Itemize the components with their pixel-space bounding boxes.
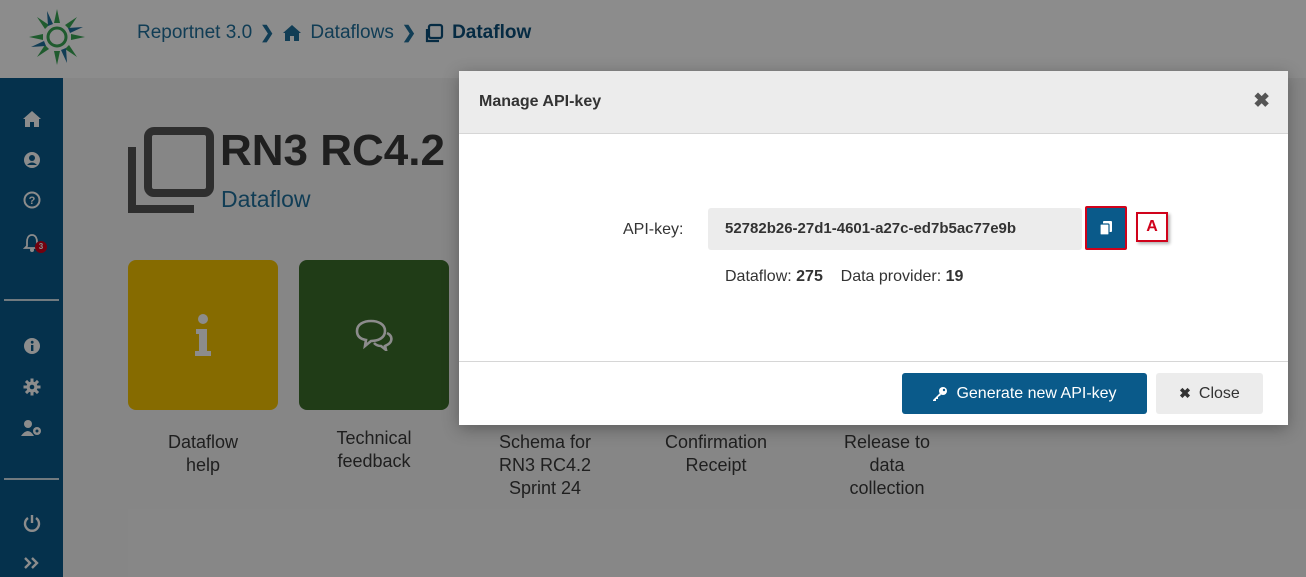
api-key-field[interactable]: 52782b26-27d1-4601-a27c-ed7b5ac77e9b bbox=[708, 208, 1082, 250]
manage-api-key-dialog: Manage API-key ✖ API-key: 52782b26-27d1-… bbox=[459, 71, 1288, 425]
dialog-title: Manage API-key bbox=[479, 93, 602, 110]
dataflow-label: Dataflow: bbox=[725, 268, 792, 285]
generate-api-key-label: Generate new API-key bbox=[956, 384, 1117, 402]
dataflow-id: 275 bbox=[796, 268, 823, 285]
close-label: Close bbox=[1198, 384, 1240, 402]
data-provider-id: 19 bbox=[945, 268, 964, 285]
api-key-meta: Dataflow: 275 Data provider: 19 bbox=[725, 268, 963, 286]
dialog-header: Manage API-key ✖ bbox=[459, 71, 1288, 134]
copy-icon bbox=[1099, 221, 1112, 236]
key-icon bbox=[933, 386, 948, 401]
api-key-value: 52782b26-27d1-4601-a27c-ed7b5ac77e9b bbox=[725, 220, 1017, 237]
api-key-label: API-key: bbox=[623, 221, 684, 238]
close-icon[interactable]: ✖ bbox=[1253, 91, 1270, 111]
close-icon: ✖ bbox=[1179, 385, 1191, 401]
close-button[interactable]: ✖ Close bbox=[1156, 373, 1263, 414]
copy-api-key-button[interactable] bbox=[1085, 206, 1127, 250]
generate-api-key-button[interactable]: Generate new API-key bbox=[902, 373, 1147, 414]
annotation-marker: A bbox=[1136, 212, 1168, 242]
data-provider-label: Data provider: bbox=[840, 268, 942, 285]
